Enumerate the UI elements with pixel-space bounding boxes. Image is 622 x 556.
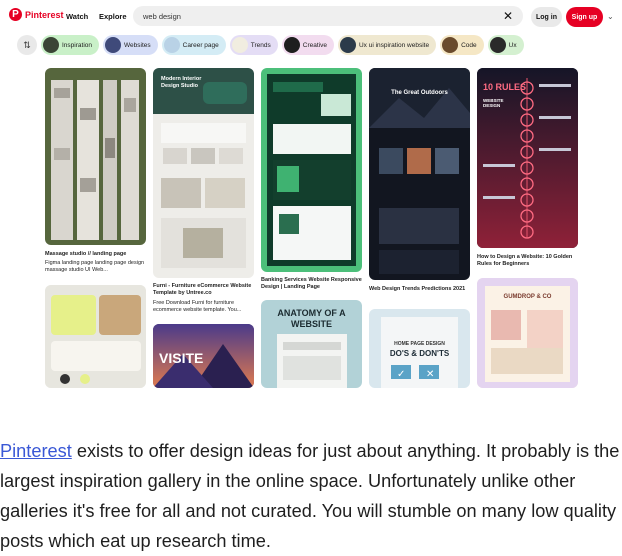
chip-label: Trends bbox=[250, 41, 271, 49]
chip-career-page[interactable]: Career page bbox=[161, 35, 226, 55]
pinterest-link[interactable]: Pinterest bbox=[0, 441, 72, 461]
pin-image bbox=[267, 74, 356, 266]
chip-inspiration[interactable]: Inspiration bbox=[41, 35, 99, 55]
pin-image bbox=[51, 80, 139, 240]
pin-banking[interactable] bbox=[261, 68, 362, 272]
chip-thumbnail bbox=[442, 37, 459, 53]
chip-thumbnail bbox=[283, 37, 300, 53]
pin-anatomy-website[interactable]: ANATOMY OF A WEBSITE bbox=[261, 300, 362, 388]
chip-websites[interactable]: Websites bbox=[103, 35, 158, 55]
chip-label: Creative bbox=[302, 41, 327, 49]
pin-description: Figma landing page landing page design m… bbox=[45, 260, 145, 273]
chip-label: Code bbox=[461, 41, 477, 49]
chip-ux[interactable]: Ux bbox=[487, 35, 524, 55]
chip-thumbnail bbox=[231, 37, 248, 53]
nav-explore[interactable]: Explore bbox=[99, 12, 127, 21]
chip-label: Ux bbox=[508, 41, 517, 49]
search-bar[interactable]: ✕ bbox=[133, 6, 523, 26]
pin-caption: Web Design Trends Predictions 2021 bbox=[369, 286, 466, 292]
pin-grid: Massage studio // landing page Figma lan… bbox=[0, 68, 622, 388]
article-paragraph: Pinterest exists to offer design ideas f… bbox=[0, 436, 622, 556]
logo-text: Pinterest bbox=[25, 9, 64, 20]
pin-gumdrop[interactable]: GUMDROP & CO bbox=[477, 278, 578, 388]
chip-thumbnail bbox=[163, 37, 180, 53]
chip-label: Ux ui inspiration website bbox=[358, 41, 430, 49]
pinterest-logo-icon: P bbox=[9, 8, 22, 21]
chip-thumbnail bbox=[105, 37, 121, 53]
pin-caption: How to Design a Website: 10 Golden Rules… bbox=[477, 254, 573, 267]
pin-title: 10 RULES bbox=[483, 82, 527, 92]
pin-title: Modern Interior Design Studio bbox=[161, 76, 202, 89]
chip-thumbnail bbox=[43, 37, 59, 53]
pin-image bbox=[477, 68, 578, 248]
pin-image bbox=[153, 68, 254, 268]
svg-text:✕: ✕ bbox=[426, 369, 434, 380]
pin-overlay-text: ANATOMY OF A WEBSITE bbox=[277, 308, 346, 329]
pin-overlay-text: VISITE bbox=[159, 350, 204, 366]
pin-massage-studio[interactable] bbox=[45, 68, 146, 245]
pin-furni[interactable]: Modern Interior Design Studio bbox=[153, 68, 254, 278]
signup-button[interactable]: Sign up bbox=[566, 7, 603, 27]
chip-ux-ui-inspiration[interactable]: Ux ui inspiration website bbox=[337, 35, 437, 55]
pin-overlay-text: DO'S & DON'TS bbox=[389, 349, 450, 358]
filter-icon[interactable]: ⇅ bbox=[17, 35, 37, 55]
chip-label: Career page bbox=[182, 41, 219, 49]
pin-visite[interactable]: VISITE bbox=[153, 324, 254, 388]
pin-overlay-text: HOME PAGE DESIGN bbox=[394, 341, 445, 347]
article-body: exists to offer design ideas for just ab… bbox=[0, 441, 620, 551]
search-input[interactable] bbox=[143, 11, 503, 21]
pin-title: The Great Outdoors bbox=[391, 90, 448, 96]
pin-caption: Banking Services Website Responsive Desi… bbox=[261, 277, 362, 290]
chevron-down-icon[interactable]: ⌄ bbox=[607, 12, 614, 21]
svg-text:✓: ✓ bbox=[397, 369, 405, 380]
top-bar: P Pinterest Watch Explore ✕ Log in Sign … bbox=[0, 3, 622, 29]
chip-creative[interactable]: Creative bbox=[281, 35, 334, 55]
nav-watch[interactable]: Watch bbox=[66, 12, 88, 21]
pin-image bbox=[369, 68, 470, 274]
pin-image bbox=[45, 285, 146, 388]
pin-description: Free Download Furni for furniture ecomme… bbox=[153, 300, 242, 313]
clear-search-icon[interactable]: ✕ bbox=[503, 10, 513, 22]
pin-home-page-dos-donts[interactable]: ✓ ✕ HOME PAGE DESIGN DO'S & DON'TS bbox=[369, 309, 470, 388]
pin-brand: GUMDROP & CO bbox=[503, 294, 552, 300]
pin-change-together[interactable] bbox=[45, 285, 146, 388]
pin-subtitle: WEBSITE DESIGN bbox=[483, 98, 504, 108]
chip-label: Inspiration bbox=[62, 41, 92, 49]
filter-chips: ⇅ Inspiration Websites Career page Trend… bbox=[17, 34, 524, 56]
chip-label: Websites bbox=[124, 41, 151, 49]
chip-code[interactable]: Code bbox=[440, 35, 484, 55]
pinterest-logo[interactable]: P Pinterest bbox=[9, 8, 64, 21]
pin-caption: Massage studio // landing page bbox=[45, 251, 127, 257]
login-button[interactable]: Log in bbox=[531, 7, 562, 27]
chip-thumbnail bbox=[489, 37, 506, 53]
pinterest-screenshot: P Pinterest Watch Explore ✕ Log in Sign … bbox=[0, 0, 622, 388]
pin-great-outdoors[interactable]: The Great Outdoors bbox=[369, 68, 470, 280]
pin-caption: Furni - Furniture eCommerce Website Temp… bbox=[153, 283, 252, 296]
chip-thumbnail bbox=[339, 37, 356, 53]
pin-10-rules[interactable]: 10 RULES WEBSITE DESIGN bbox=[477, 68, 578, 248]
chip-trends[interactable]: Trends bbox=[229, 35, 278, 55]
